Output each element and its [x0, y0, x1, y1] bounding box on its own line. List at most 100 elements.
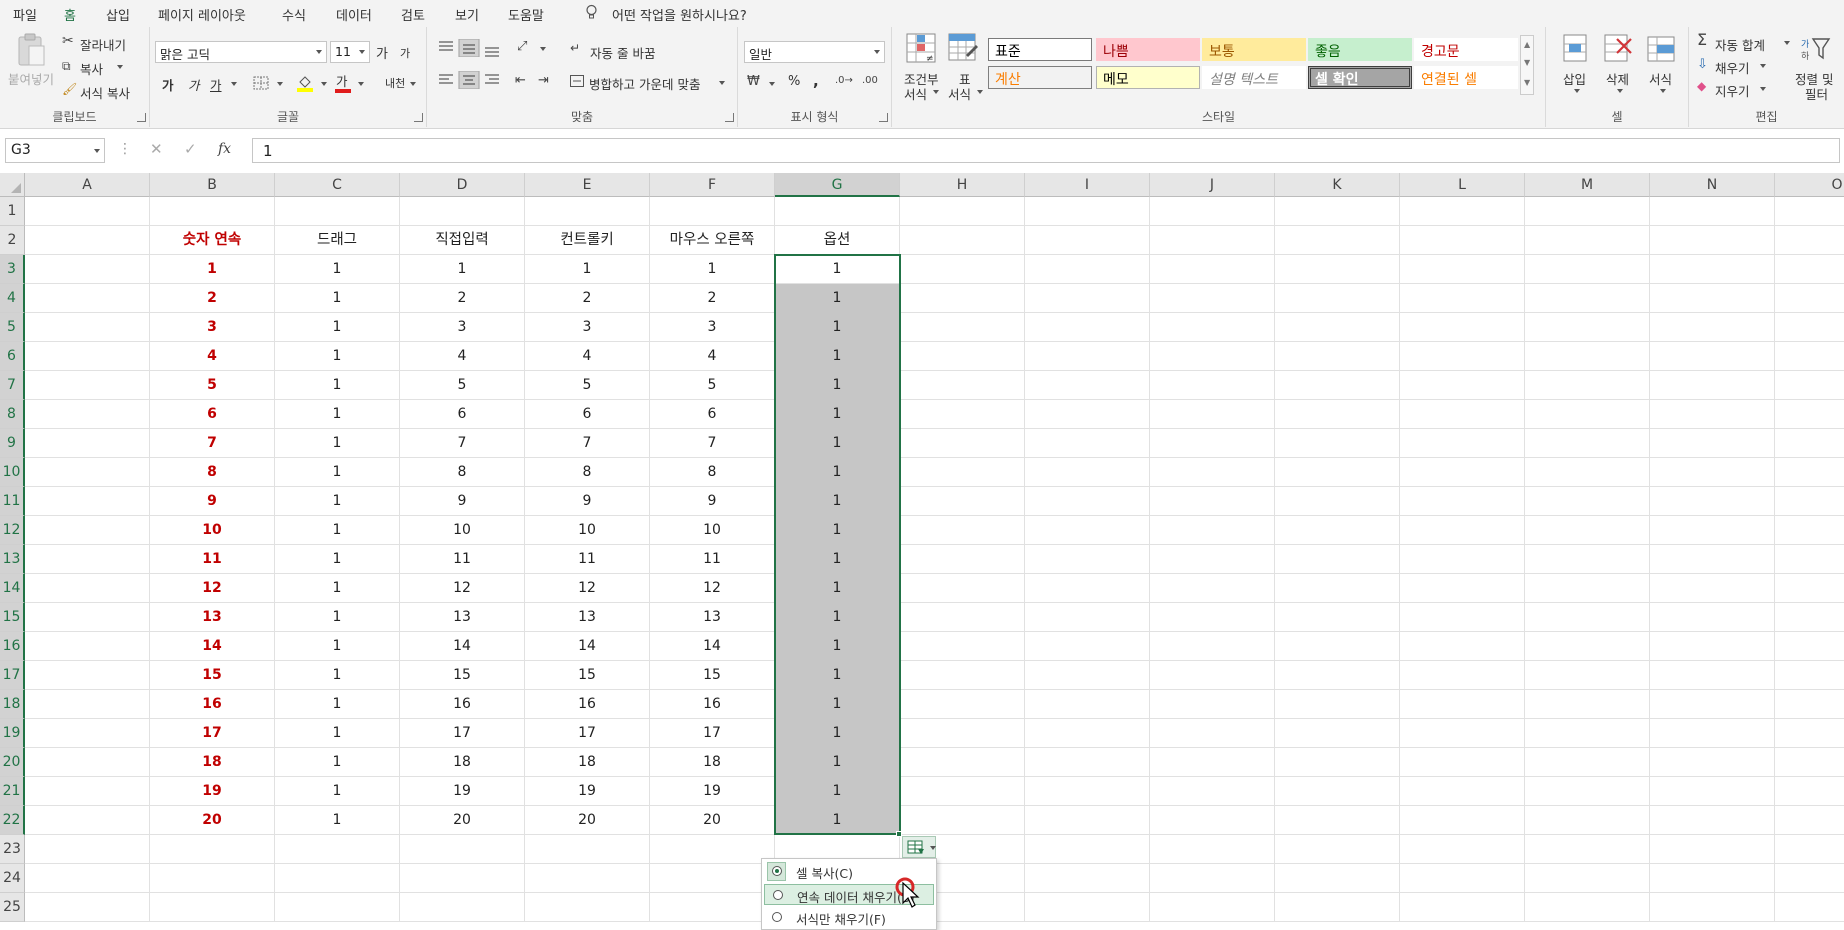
number-launcher-icon[interactable]: [879, 113, 888, 122]
cell-f8[interactable]: 6: [650, 400, 774, 429]
font-launcher-icon[interactable]: [414, 113, 423, 122]
delete-cells-icon[interactable]: [1603, 33, 1633, 63]
clipboard-launcher-icon[interactable]: [137, 113, 146, 122]
cell-d6[interactable]: 4: [400, 342, 524, 371]
column-header-e[interactable]: E: [525, 173, 650, 197]
chevron-down-icon[interactable]: ▼: [1524, 58, 1530, 67]
paste-icon[interactable]: [16, 33, 46, 67]
cell-d14[interactable]: 12: [400, 574, 524, 603]
format-painter-button[interactable]: 서식 복사: [80, 83, 130, 102]
column-header-m[interactable]: M: [1525, 173, 1650, 197]
orientation-dropdown-icon[interactable]: [540, 47, 546, 51]
cell-d8[interactable]: 6: [400, 400, 524, 429]
cell-f3[interactable]: 1: [650, 255, 774, 284]
scissors-icon[interactable]: ✂: [62, 33, 74, 49]
row-header-8[interactable]: 8: [0, 400, 25, 429]
cell-d11[interactable]: 9: [400, 487, 524, 516]
cell-e7[interactable]: 5: [525, 371, 649, 400]
cell-e22[interactable]: 20: [525, 806, 649, 835]
cell-e8[interactable]: 6: [525, 400, 649, 429]
cell-f6[interactable]: 4: [650, 342, 774, 371]
row-header-25[interactable]: 25: [0, 893, 25, 922]
row-header-15[interactable]: 15: [0, 603, 25, 632]
conditional-format-label-2[interactable]: 서식: [904, 84, 927, 103]
row-header-4[interactable]: 4: [0, 284, 25, 313]
fill-button[interactable]: 채우기: [1715, 58, 1750, 77]
cell-c13[interactable]: 1: [275, 545, 399, 574]
cell-c4[interactable]: 1: [275, 284, 399, 313]
cell-d15[interactable]: 13: [400, 603, 524, 632]
style-good[interactable]: 좋음: [1308, 38, 1412, 61]
cell-c20[interactable]: 1: [275, 748, 399, 777]
font-grow-button[interactable]: 가: [376, 43, 388, 62]
column-header-l[interactable]: L: [1400, 173, 1525, 197]
cell-e12[interactable]: 10: [525, 516, 649, 545]
cell-f15[interactable]: 13: [650, 603, 774, 632]
row-header-23[interactable]: 23: [0, 835, 25, 864]
copy-dropdown-icon[interactable]: [117, 65, 123, 69]
cell-b19[interactable]: 17: [150, 719, 274, 748]
column-header-n[interactable]: N: [1650, 173, 1775, 197]
format-dropdown-icon[interactable]: [1660, 89, 1666, 93]
cell-e3[interactable]: 1: [525, 255, 649, 284]
style-check-cell[interactable]: 셀 확인: [1308, 66, 1412, 89]
cell-b16[interactable]: 14: [150, 632, 274, 661]
cell-c3[interactable]: 1: [275, 255, 399, 284]
cell-e14[interactable]: 12: [525, 574, 649, 603]
underline-button[interactable]: 가: [210, 75, 222, 94]
cell-b17[interactable]: 15: [150, 661, 274, 690]
cell-b6[interactable]: 4: [150, 342, 274, 371]
underline-dropdown-icon[interactable]: [231, 82, 237, 86]
cell-e21[interactable]: 19: [525, 777, 649, 806]
cell-f10[interactable]: 8: [650, 458, 774, 487]
cell-e18[interactable]: 16: [525, 690, 649, 719]
menu-view[interactable]: 보기: [455, 5, 479, 24]
decrease-indent-icon[interactable]: ⇤: [515, 73, 526, 88]
cell-e15[interactable]: 13: [525, 603, 649, 632]
row-header-11[interactable]: 11: [0, 487, 25, 516]
fill-dropdown-icon[interactable]: [1760, 64, 1766, 68]
cell-f11[interactable]: 9: [650, 487, 774, 516]
style-linked-cell[interactable]: 연결된 셀: [1414, 66, 1518, 89]
cell-f7[interactable]: 5: [650, 371, 774, 400]
cell-d4[interactable]: 2: [400, 284, 524, 313]
horizontal-align-icons[interactable]: [437, 71, 503, 89]
cell-f12[interactable]: 10: [650, 516, 774, 545]
cell-c6[interactable]: 1: [275, 342, 399, 371]
cell-c11[interactable]: 1: [275, 487, 399, 516]
conditional-dropdown-icon[interactable]: [933, 90, 939, 94]
fill-color-dropdown-icon[interactable]: [321, 82, 327, 86]
cell-f20[interactable]: 18: [650, 748, 774, 777]
insert-dropdown-icon[interactable]: [1574, 89, 1580, 93]
menu-home[interactable]: 홈: [62, 5, 78, 30]
cell-b11[interactable]: 9: [150, 487, 274, 516]
copy-button[interactable]: 복사: [80, 59, 103, 78]
cell-d12[interactable]: 10: [400, 516, 524, 545]
style-normal[interactable]: 표준: [988, 38, 1092, 61]
row-header-3[interactable]: 3: [0, 255, 25, 284]
cell-b14[interactable]: 12: [150, 574, 274, 603]
format-painter-icon[interactable]: 🖌: [62, 82, 77, 96]
enter-icon[interactable]: ✓: [184, 140, 197, 158]
format-cells-icon[interactable]: [1646, 33, 1676, 63]
cell-b8[interactable]: 6: [150, 400, 274, 429]
cell-f22[interactable]: 20: [650, 806, 774, 835]
cell-d22[interactable]: 20: [400, 806, 524, 835]
row-header-14[interactable]: 14: [0, 574, 25, 603]
cut-button[interactable]: 잘라내기: [80, 35, 126, 54]
cell-c18[interactable]: 1: [275, 690, 399, 719]
orientation-icon[interactable]: ⤢: [517, 39, 527, 54]
row-header-24[interactable]: 24: [0, 864, 25, 893]
insert-cells-button[interactable]: 삽입: [1563, 69, 1586, 88]
sort-filter-icon[interactable]: 가 하: [1801, 33, 1831, 63]
cell-b15[interactable]: 13: [150, 603, 274, 632]
percent-button[interactable]: %: [788, 74, 800, 89]
column-header-k[interactable]: K: [1275, 173, 1400, 197]
cell-c19[interactable]: 1: [275, 719, 399, 748]
header-cell-d[interactable]: 직접입력: [400, 226, 524, 255]
clear-button[interactable]: 지우기: [1715, 81, 1750, 100]
cell-c16[interactable]: 1: [275, 632, 399, 661]
cell-c12[interactable]: 1: [275, 516, 399, 545]
sort-filter-label-2[interactable]: 필터: [1805, 84, 1828, 103]
autosum-icon[interactable]: Σ: [1697, 30, 1707, 49]
